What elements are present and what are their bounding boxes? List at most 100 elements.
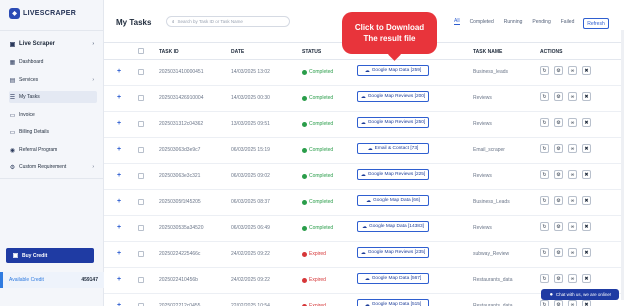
rerun-icon[interactable]: ↻ (540, 118, 549, 127)
link-icon[interactable]: ∞ (568, 274, 577, 283)
rerun-icon[interactable]: ↻ (540, 144, 549, 153)
expand-icon[interactable]: + (117, 120, 121, 127)
table-row: +202503063e3c321 06/03/2025 09:02 Complete… (104, 164, 624, 190)
row-checkbox[interactable] (138, 199, 144, 205)
download-result-button[interactable]: ☁ Google Map Reviews [200] (357, 91, 429, 102)
link-icon[interactable]: ∞ (568, 144, 577, 153)
download-result-button[interactable]: ☁ Google Map Reviews [235] (357, 247, 429, 258)
task-id: 2025022410456b (159, 277, 198, 283)
link-icon[interactable]: ∞ (568, 118, 577, 127)
settings-icon[interactable]: ⚙ (554, 300, 563, 306)
link-icon[interactable]: ∞ (568, 300, 577, 306)
status-dot-icon (302, 147, 307, 153)
logo[interactable]: ◆ LIVESCRAPER (9, 8, 76, 19)
search-input[interactable]: ⌕ Search by Task ID or Task Name (166, 16, 290, 27)
sidebar-item-dashboard[interactable]: ▦ Dashboard (9, 56, 97, 68)
task-id: 202503063e3c321 (159, 173, 201, 179)
rerun-icon[interactable]: ↻ (540, 222, 549, 231)
download-cloud-icon: ☁ (367, 145, 373, 152)
row-checkbox[interactable] (138, 225, 144, 231)
expand-icon[interactable]: + (117, 146, 121, 153)
link-icon[interactable]: ∞ (568, 170, 577, 179)
rerun-icon[interactable]: ↻ (540, 196, 549, 205)
settings-icon[interactable]: ⚙ (554, 170, 563, 179)
download-result-button[interactable]: ☁ Google Map Data [259] (357, 65, 429, 76)
buy-credit-button[interactable]: ▣ Buy Credit (6, 248, 94, 263)
link-icon[interactable]: ∞ (568, 196, 577, 205)
rerun-icon[interactable]: ↻ (540, 92, 549, 101)
link-icon[interactable]: ∞ (568, 92, 577, 101)
sidebar-item-invoice[interactable]: ▭ Invoice (9, 109, 97, 121)
row-checkbox[interactable] (138, 277, 144, 283)
row-checkbox[interactable] (138, 69, 144, 75)
sidebar-item-my-tasks[interactable]: ☰ My Tasks (9, 91, 97, 103)
filter-running[interactable]: Running (504, 19, 523, 25)
sidebar-item-billing[interactable]: ▭ Billing Details (9, 126, 97, 138)
row-checkbox[interactable] (138, 173, 144, 179)
delete-icon[interactable]: ✖ (582, 222, 591, 231)
settings-icon[interactable]: ⚙ (554, 196, 563, 205)
rerun-icon[interactable]: ↻ (540, 66, 549, 75)
sidebar-item-custom-requirement[interactable]: ⚙ Custom Requirement › (9, 161, 97, 173)
expand-icon[interactable]: + (117, 250, 121, 257)
settings-icon[interactable]: ⚙ (554, 92, 563, 101)
filter-failed[interactable]: Failed (561, 19, 575, 25)
status-dot-icon (302, 225, 307, 231)
result-label: Email & Contact [73] (374, 146, 419, 151)
delete-icon[interactable]: ✖ (582, 66, 591, 75)
expand-icon[interactable]: + (117, 94, 121, 101)
row-checkbox[interactable] (138, 95, 144, 101)
settings-icon[interactable]: ⚙ (554, 274, 563, 283)
filter-completed[interactable]: Completed (470, 19, 494, 25)
expand-icon[interactable]: + (117, 172, 121, 179)
sidebar-item-label: Services (19, 77, 39, 83)
row-checkbox[interactable] (138, 121, 144, 127)
download-result-button[interactable]: ☁ Google Map Data [515] (357, 299, 429, 306)
row-checkbox[interactable] (138, 147, 144, 153)
delete-icon[interactable]: ✖ (582, 92, 591, 101)
link-icon[interactable]: ∞ (568, 66, 577, 75)
delete-icon[interactable]: ✖ (582, 144, 591, 153)
settings-icon[interactable]: ⚙ (554, 118, 563, 127)
download-result-button[interactable]: ☁ Google Map Data [14383] (357, 221, 429, 232)
delete-icon[interactable]: ✖ (582, 118, 591, 127)
delete-icon[interactable]: ✖ (582, 196, 591, 205)
expand-icon[interactable]: + (117, 198, 121, 205)
delete-icon[interactable]: ✖ (582, 300, 591, 306)
expand-icon[interactable]: + (117, 302, 121, 306)
sidebar-item-live-scraper[interactable]: ▣ Live Scraper › (9, 37, 97, 51)
download-result-button[interactable]: ☁ Email & Contact [73] (357, 143, 429, 154)
expand-icon[interactable]: + (117, 224, 121, 231)
rerun-icon[interactable]: ↻ (540, 170, 549, 179)
filter-pending[interactable]: Pending (532, 19, 550, 25)
link-icon[interactable]: ∞ (568, 222, 577, 231)
delete-icon[interactable]: ✖ (582, 274, 591, 283)
status-label: Expired (309, 251, 326, 257)
settings-icon[interactable]: ⚙ (554, 66, 563, 75)
sidebar-item-services[interactable]: ▤ Services › (9, 74, 97, 86)
delete-icon[interactable]: ✖ (582, 170, 591, 179)
rerun-icon[interactable]: ↻ (540, 248, 549, 257)
rerun-icon[interactable]: ↻ (540, 274, 549, 283)
link-icon[interactable]: ∞ (568, 248, 577, 257)
download-result-button[interactable]: ☁ Google Map Data [567] (357, 273, 429, 284)
settings-icon[interactable]: ⚙ (554, 222, 563, 231)
header-task-name: TASK NAME (473, 49, 503, 55)
status-dot-icon (302, 95, 307, 101)
settings-icon[interactable]: ⚙ (554, 144, 563, 153)
download-result-button[interactable]: ☁ Google Map Reviews [250] (357, 117, 429, 128)
rerun-icon[interactable]: ↻ (540, 300, 549, 306)
download-result-button[interactable]: ☁ Google Map Reviews [225] (357, 169, 429, 180)
refresh-button[interactable]: Refresh (583, 18, 609, 29)
filter-all[interactable]: All (454, 18, 460, 25)
expand-icon[interactable]: + (117, 276, 121, 283)
settings-icon[interactable]: ⚙ (554, 248, 563, 257)
row-checkbox[interactable] (138, 251, 144, 257)
delete-icon[interactable]: ✖ (582, 248, 591, 257)
select-all-checkbox[interactable] (138, 48, 144, 54)
download-cloud-icon: ☁ (364, 275, 370, 282)
chat-button[interactable]: ● Chat with us, we are online! (541, 289, 619, 300)
expand-icon[interactable]: + (117, 68, 121, 75)
sidebar-item-referral[interactable]: ◉ Referral Program (9, 144, 97, 156)
download-result-button[interactable]: ☁ Google Map Data [66] (357, 195, 429, 206)
